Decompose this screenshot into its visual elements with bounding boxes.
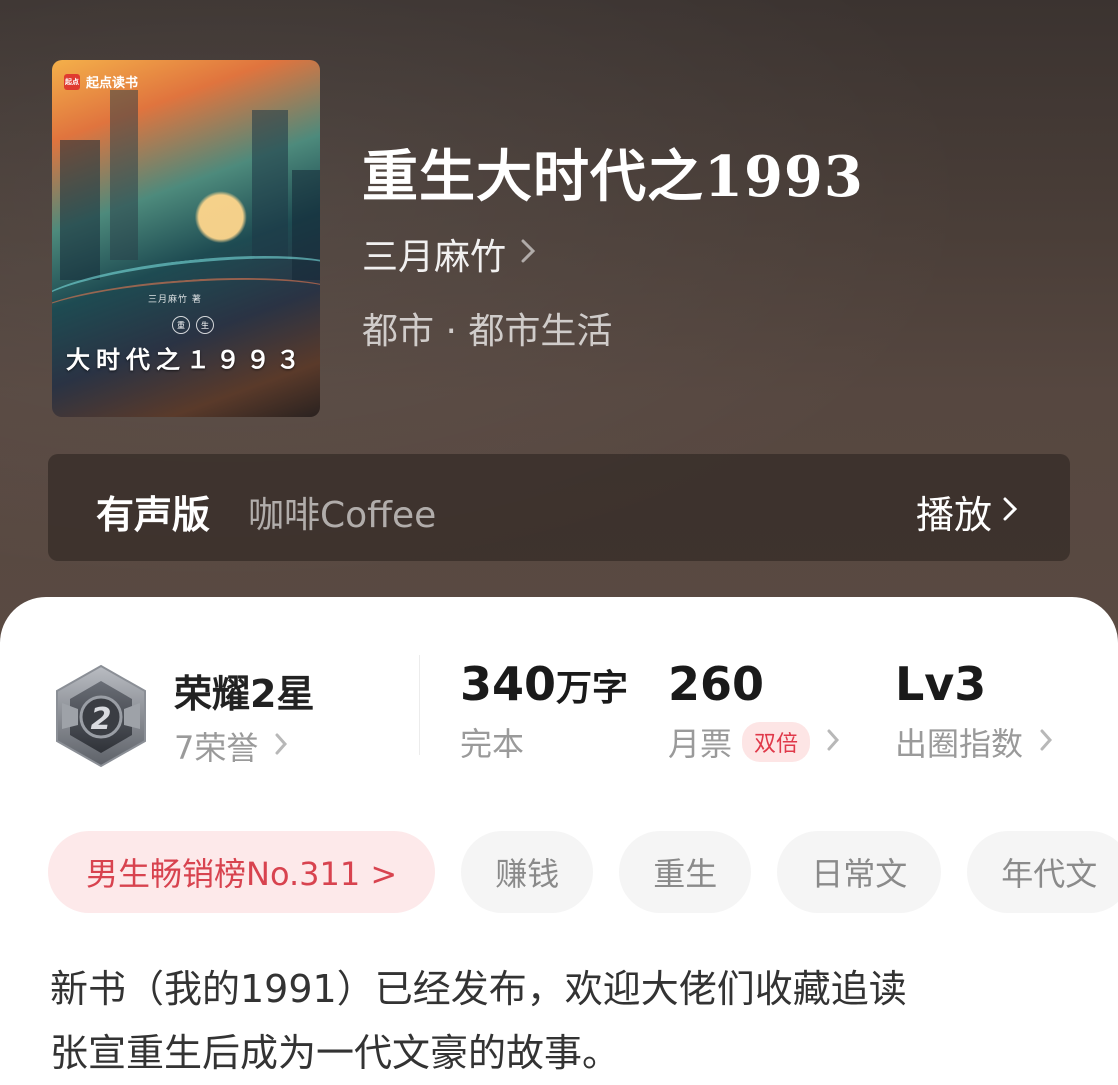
monthly-votes-stat[interactable]: 260 月票 双倍 (668, 657, 840, 765)
cover-seal-char: 重 (172, 316, 190, 334)
tag-chip[interactable]: 日常文 (777, 831, 942, 913)
author-link[interactable]: 三月麻竹 (362, 228, 536, 280)
word-count-unit: 万字 (556, 668, 629, 709)
audiobook-bar[interactable]: 有声版 咖啡Coffee 播放 (48, 454, 1070, 561)
completion-status: 完本 (460, 725, 525, 763)
svg-text:2: 2 (91, 702, 112, 737)
book-cover-image[interactable]: 起点 起点读书 三月麻竹 著 重 生 大时代之１９９３ (52, 60, 320, 417)
book-info-sheet: 2 荣耀2星 7荣誉 340万字 完本 260 月票 双倍 Lv3 出圈指数 男… (0, 597, 1118, 1080)
cover-seal: 重 生 (172, 316, 214, 334)
word-count-value: 340 (460, 657, 557, 711)
tag-chip[interactable]: 赚钱 (461, 831, 594, 913)
book-description[interactable]: 新书（我的1991）已经发布，欢迎大佬们收藏追读 张宣重生后成为一代文豪的故事。 (50, 957, 1078, 1085)
play-button-label: 播放 (915, 493, 992, 537)
popularity-level-value: Lv3 (895, 657, 987, 711)
book-category[interactable]: 都市 · 都市生活 (362, 302, 612, 354)
tag-chip-row: 男生畅销榜No.311 > 赚钱 重生 日常文 年代文 (48, 831, 1118, 913)
book-header: 起点 起点读书 三月麻竹 著 重 生 大时代之１９９３ 重生大时代之1993 三… (0, 0, 1118, 660)
qidian-logo-text: 起点读书 (86, 76, 139, 91)
audiobook-label: 有声版 (96, 493, 211, 537)
popularity-index-stat[interactable]: Lv3 出圈指数 (895, 657, 1053, 765)
cover-seal-char: 生 (196, 316, 214, 334)
cover-building (110, 90, 138, 260)
double-badge: 双倍 (742, 722, 811, 762)
monthly-votes-label: 月票 (668, 725, 733, 763)
cover-title: 大时代之１９９３ (66, 345, 306, 374)
cover-building (60, 140, 100, 280)
chevron-right-icon (826, 726, 840, 759)
chevron-right-icon (520, 237, 536, 272)
chevron-right-icon (1039, 726, 1053, 759)
honor-count: 7荣誉 (174, 729, 259, 767)
author-name: 三月麻竹 (362, 237, 507, 278)
play-button[interactable]: 播放 (916, 484, 1018, 539)
book-title: 重生大时代之1993 (362, 144, 864, 210)
ranking-chip[interactable]: 男生畅销榜No.311 > (48, 831, 436, 913)
honor-title[interactable]: 荣耀2星 (174, 663, 314, 718)
honor-count-link[interactable]: 7荣誉 (174, 723, 288, 769)
tag-chip[interactable]: 重生 (619, 831, 752, 913)
honor-badge-icon[interactable]: 2 (52, 663, 150, 769)
cover-author: 三月麻竹 著 (148, 295, 202, 305)
description-line: 张宣重生后成为一代文豪的故事。 (50, 1031, 621, 1075)
description-line: 新书（我的1991）已经发布，欢迎大佬们收藏追读 (50, 967, 907, 1011)
word-count-stat: 340万字 完本 (460, 657, 628, 765)
chevron-right-icon (274, 730, 288, 763)
cover-building (252, 110, 288, 260)
chevron-right-icon (1002, 492, 1018, 532)
tag-chip[interactable]: 年代文 (967, 831, 1118, 913)
popularity-index-label: 出圈指数 (895, 725, 1024, 763)
divider (419, 655, 420, 755)
qidian-logo-mark: 起点 (64, 73, 80, 90)
monthly-votes-value: 260 (668, 657, 765, 711)
qidian-logo: 起点 起点读书 (64, 72, 138, 91)
audiobook-narrator: 咖啡Coffee (248, 495, 437, 536)
